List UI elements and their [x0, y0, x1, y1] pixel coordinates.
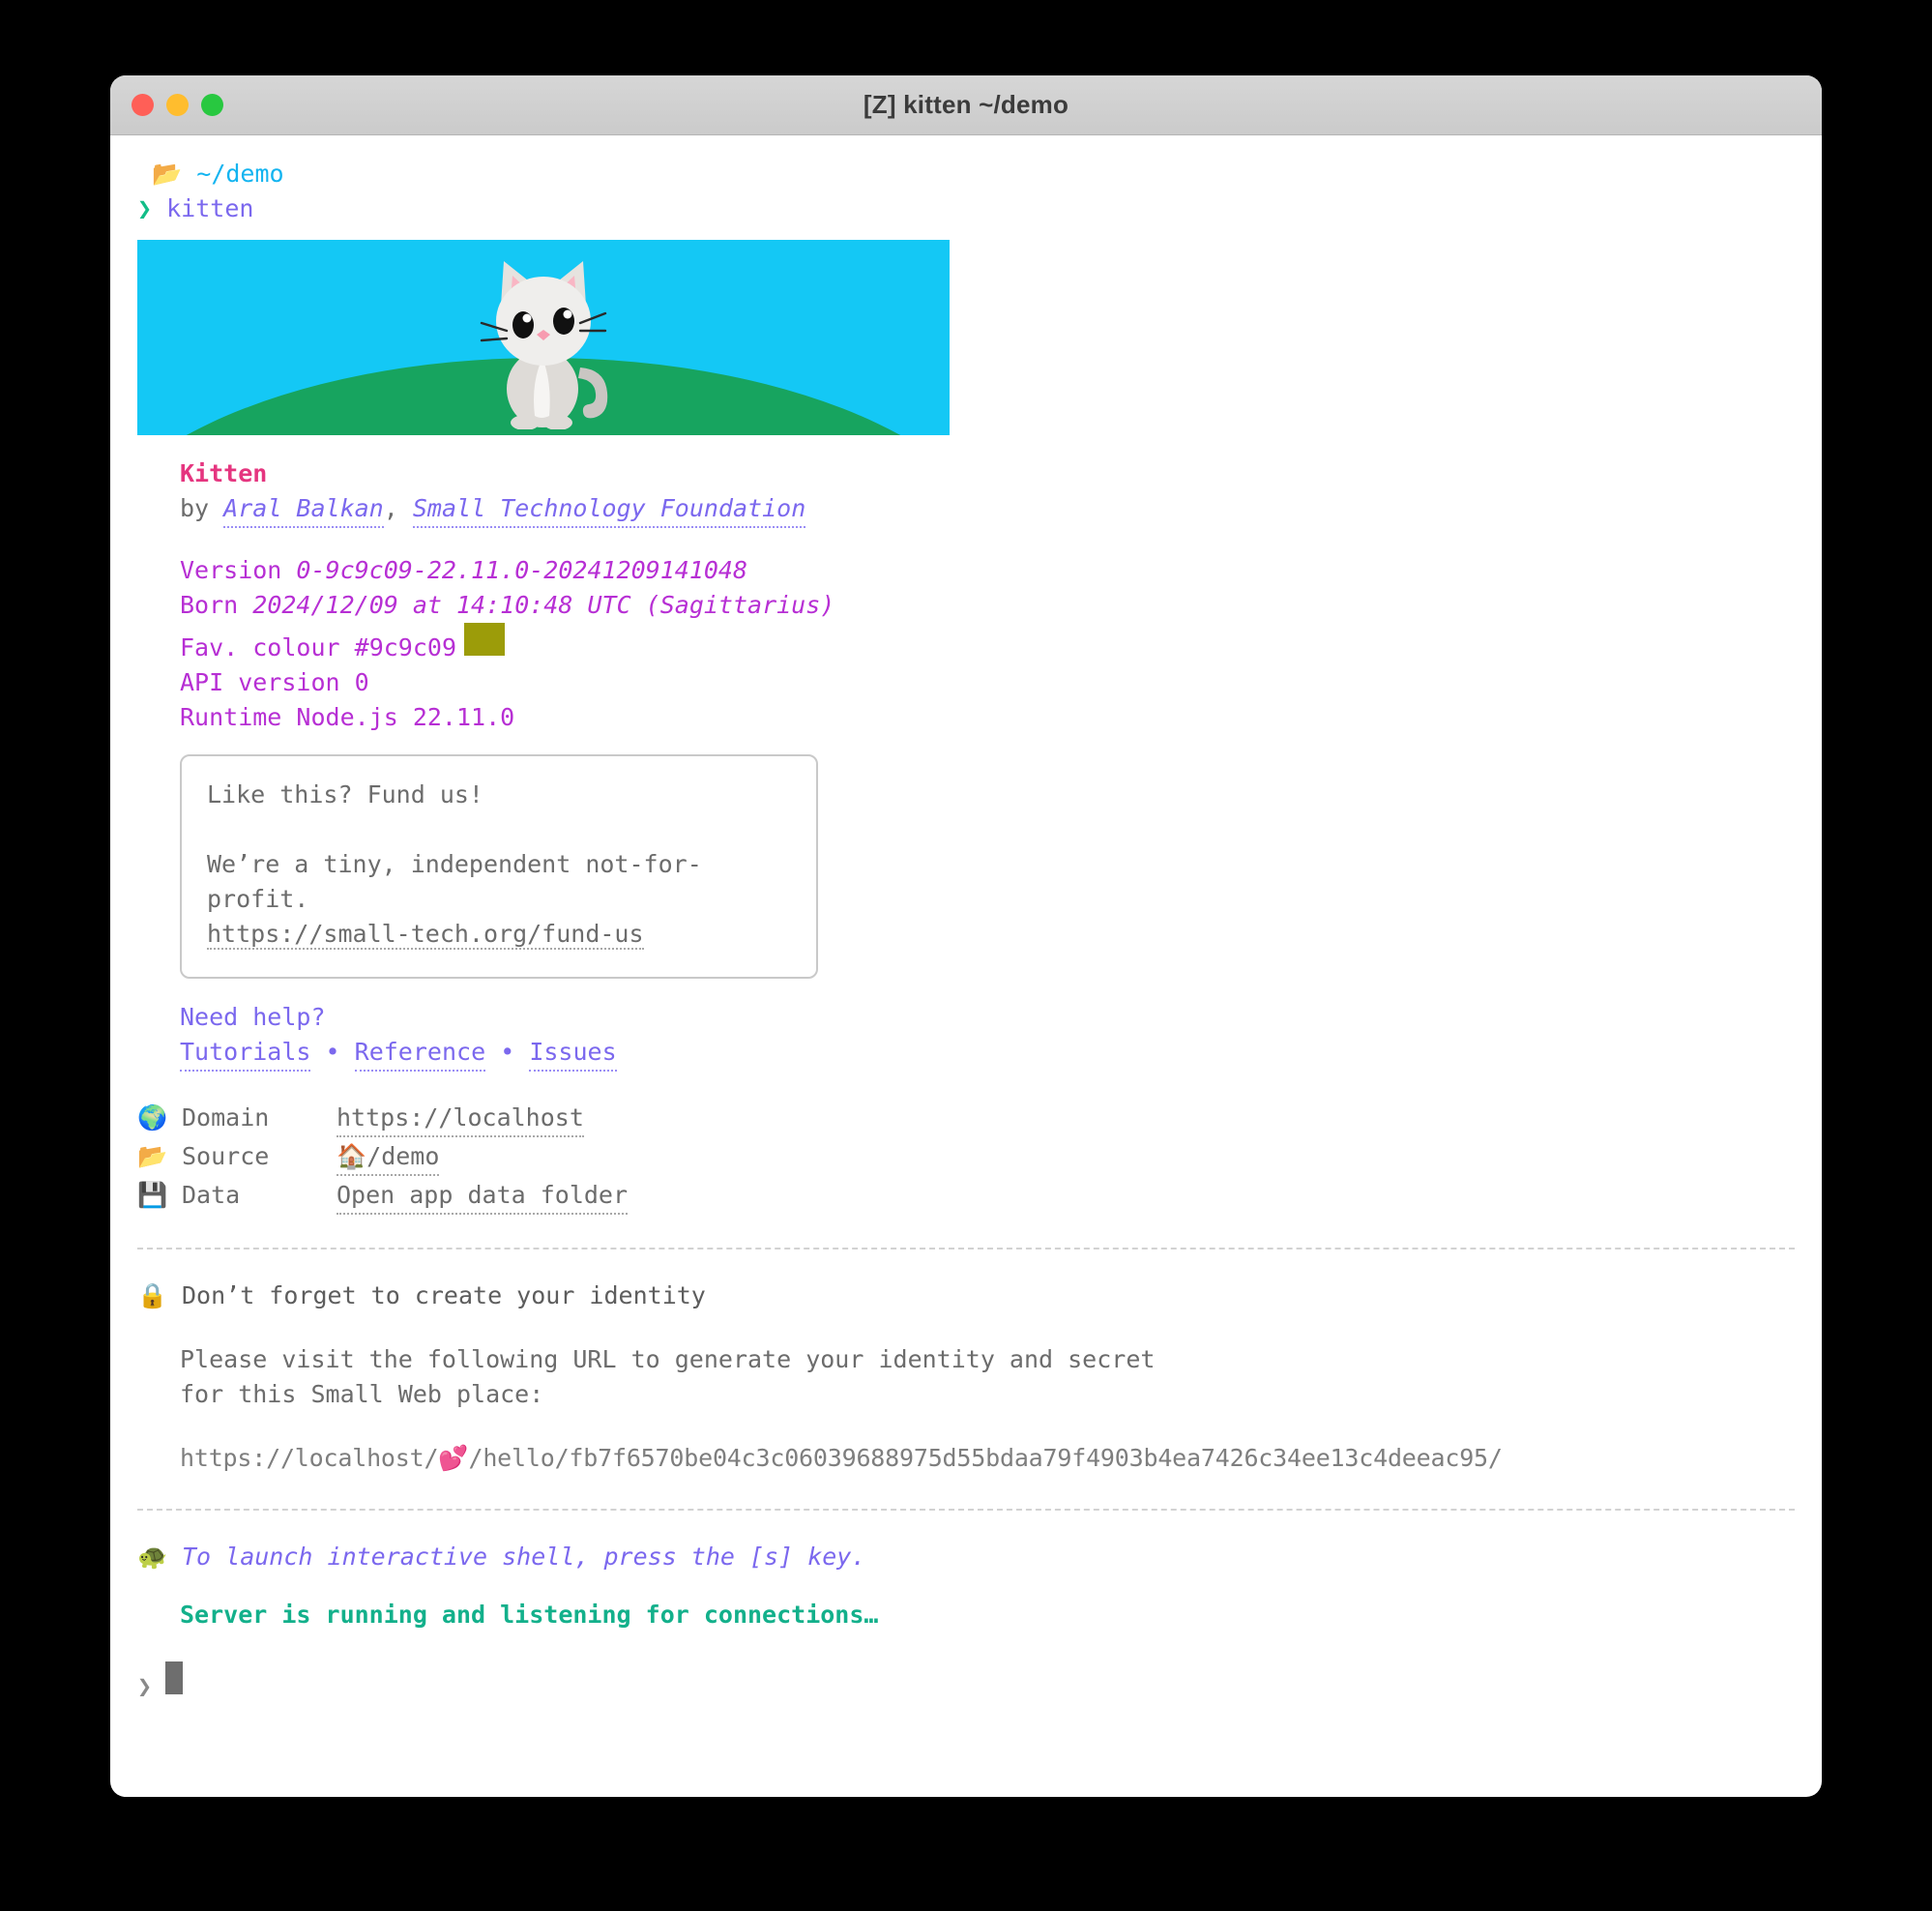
close-button[interactable]: [132, 94, 154, 116]
location-row-domain: 🌍 Domain https://localhost: [137, 1101, 1795, 1137]
prompt-path-line: 📂 ~/demo: [137, 157, 1795, 191]
zoom-button[interactable]: [201, 94, 223, 116]
terminal-window: [Z] kitten ~/demo 📂 ~/demo ❯ kitten Kitt…: [110, 75, 1822, 1797]
meta-value-version: 0-9c9c09-22.11.0-20241209141048: [296, 556, 748, 584]
location-key-domain: Domain: [182, 1103, 270, 1132]
fund-us-heading: Like this? Fund us!: [207, 780, 483, 808]
folder-icon: 📂: [137, 1142, 168, 1170]
window-titlebar: [Z] kitten ~/demo: [110, 75, 1822, 135]
traffic-lights: [132, 94, 223, 116]
text-cursor: [165, 1661, 184, 1694]
location-row-data: 💾 Data Open app data folder: [137, 1178, 1795, 1215]
identity-heading: Don’t forget to create your identity: [182, 1281, 706, 1309]
prompt-arrow-icon: ❯: [137, 194, 153, 222]
meta-key-api-version: API version: [180, 668, 340, 696]
input-arrow-icon: ❯: [137, 1672, 153, 1700]
meta-key-fav-colour: Fav. colour: [180, 633, 340, 662]
window-title: [Z] kitten ~/demo: [863, 90, 1069, 119]
location-value-source-path: /demo: [366, 1142, 440, 1170]
turtle-icon: 🐢: [137, 1543, 168, 1571]
two-hearts-icon: 💕: [438, 1444, 469, 1472]
location-value-source[interactable]: 🏠/demo: [337, 1139, 440, 1176]
identity-url-row[interactable]: https://localhost/ 💕 /hello/fb7f6570be04…: [137, 1441, 1795, 1476]
meta-row-fav-colour: Fav. colour #9c9c09: [137, 623, 1795, 665]
fav-colour-swatch: [464, 623, 505, 656]
shell-tip-row: 🐢 To launch interactive shell, press the…: [137, 1540, 1795, 1574]
help-separator-1: •: [325, 1038, 340, 1066]
meta-row-born: Born 2024/12/09 at 14:10:48 UTC (Sagitta…: [137, 588, 1795, 623]
folder-icon: 📂: [152, 160, 183, 188]
fund-us-box: Like this? Fund us! We’re a tiny, indepe…: [180, 754, 818, 979]
kitten-illustration: [480, 261, 608, 429]
location-key-source: Source: [182, 1142, 270, 1170]
floppy-icon: 💾: [137, 1181, 168, 1209]
help-link-reference[interactable]: Reference: [354, 1035, 486, 1072]
app-name-line: Kitten: [137, 456, 1795, 491]
meta-value-runtime: Node.js 22.11.0: [296, 703, 515, 731]
kitten-banner-image: [137, 240, 950, 435]
minimise-button[interactable]: [166, 94, 189, 116]
location-row-source: 📂 Source 🏠/demo: [137, 1139, 1795, 1176]
server-status-row: Server is running and listening for conn…: [137, 1598, 1795, 1632]
globe-icon: 🌍: [137, 1103, 168, 1132]
help-link-tutorials[interactable]: Tutorials: [180, 1035, 311, 1072]
shell-input-line[interactable]: ❯: [137, 1661, 1795, 1704]
meta-value-fav-colour: #9c9c09: [354, 633, 456, 662]
meta-row-api-version: API version 0: [137, 665, 1795, 700]
need-help-heading: Need help?: [180, 1003, 326, 1031]
current-directory: ~/demo: [196, 160, 284, 188]
server-status-text: Server is running and listening for conn…: [180, 1601, 879, 1629]
shell-tip-text: To launch interactive shell, press the […: [182, 1543, 866, 1571]
author-link-aral-balkan[interactable]: Aral Balkan: [223, 491, 384, 528]
divider-2: [137, 1509, 1795, 1511]
help-links-row: Tutorials • Reference • Issues: [137, 1035, 1795, 1072]
identity-body-line-2: for this Small Web place:: [137, 1377, 1795, 1412]
help-separator-2: •: [500, 1038, 515, 1066]
author-link-small-technology-foundation[interactable]: Small Technology Foundation: [412, 491, 806, 528]
meta-key-version: Version: [180, 556, 282, 584]
by-label: by: [180, 494, 210, 522]
need-help-heading-row: Need help?: [137, 1000, 1795, 1035]
fund-us-link[interactable]: https://small-tech.org/fund-us: [207, 920, 644, 950]
identity-body-line-1: Please visit the following URL to genera…: [137, 1342, 1795, 1377]
app-authors-line: by Aral Balkan , Small Technology Founda…: [137, 491, 1795, 528]
prompt-command-line: ❯ kitten: [137, 191, 1795, 226]
lock-icon: 🔒: [137, 1281, 168, 1309]
meta-value-api-version: 0: [354, 668, 369, 696]
locations-list: 🌍 Domain https://localhost 📂 Source 🏠/de…: [137, 1101, 1795, 1215]
identity-body-text-2: for this Small Web place:: [180, 1380, 544, 1408]
meta-key-born: Born: [180, 591, 239, 619]
identity-url-prefix: https://localhost/: [180, 1444, 439, 1472]
app-name: Kitten: [180, 459, 268, 487]
author-separator: ,: [383, 494, 413, 522]
location-key-data: Data: [182, 1181, 241, 1209]
location-value-data[interactable]: Open app data folder: [337, 1178, 629, 1215]
meta-key-runtime: Runtime: [180, 703, 282, 731]
location-value-domain[interactable]: https://localhost: [337, 1101, 584, 1137]
help-link-issues[interactable]: Issues: [529, 1035, 617, 1072]
identity-heading-row: 🔒 Don’t forget to create your identity: [137, 1279, 1795, 1313]
fund-us-body: We’re a tiny, independent not-for-profit…: [207, 850, 702, 913]
terminal-content: 📂 ~/demo ❯ kitten Kitten by Aral Balkan …: [110, 135, 1822, 1797]
home-icon: 🏠: [337, 1142, 367, 1170]
meta-row-version: Version 0-9c9c09-22.11.0-20241209141048: [137, 553, 1795, 588]
meta-row-runtime: Runtime Node.js 22.11.0: [137, 700, 1795, 735]
divider-1: [137, 1248, 1795, 1250]
identity-url-suffix: /hello/fb7f6570be04c3c06039688975d55bdaa…: [468, 1444, 1503, 1472]
typed-command: kitten: [166, 194, 254, 222]
meta-value-born: 2024/12/09 at 14:10:48 UTC (Sagittarius): [252, 591, 835, 619]
identity-body-text-1: Please visit the following URL to genera…: [180, 1345, 1156, 1373]
